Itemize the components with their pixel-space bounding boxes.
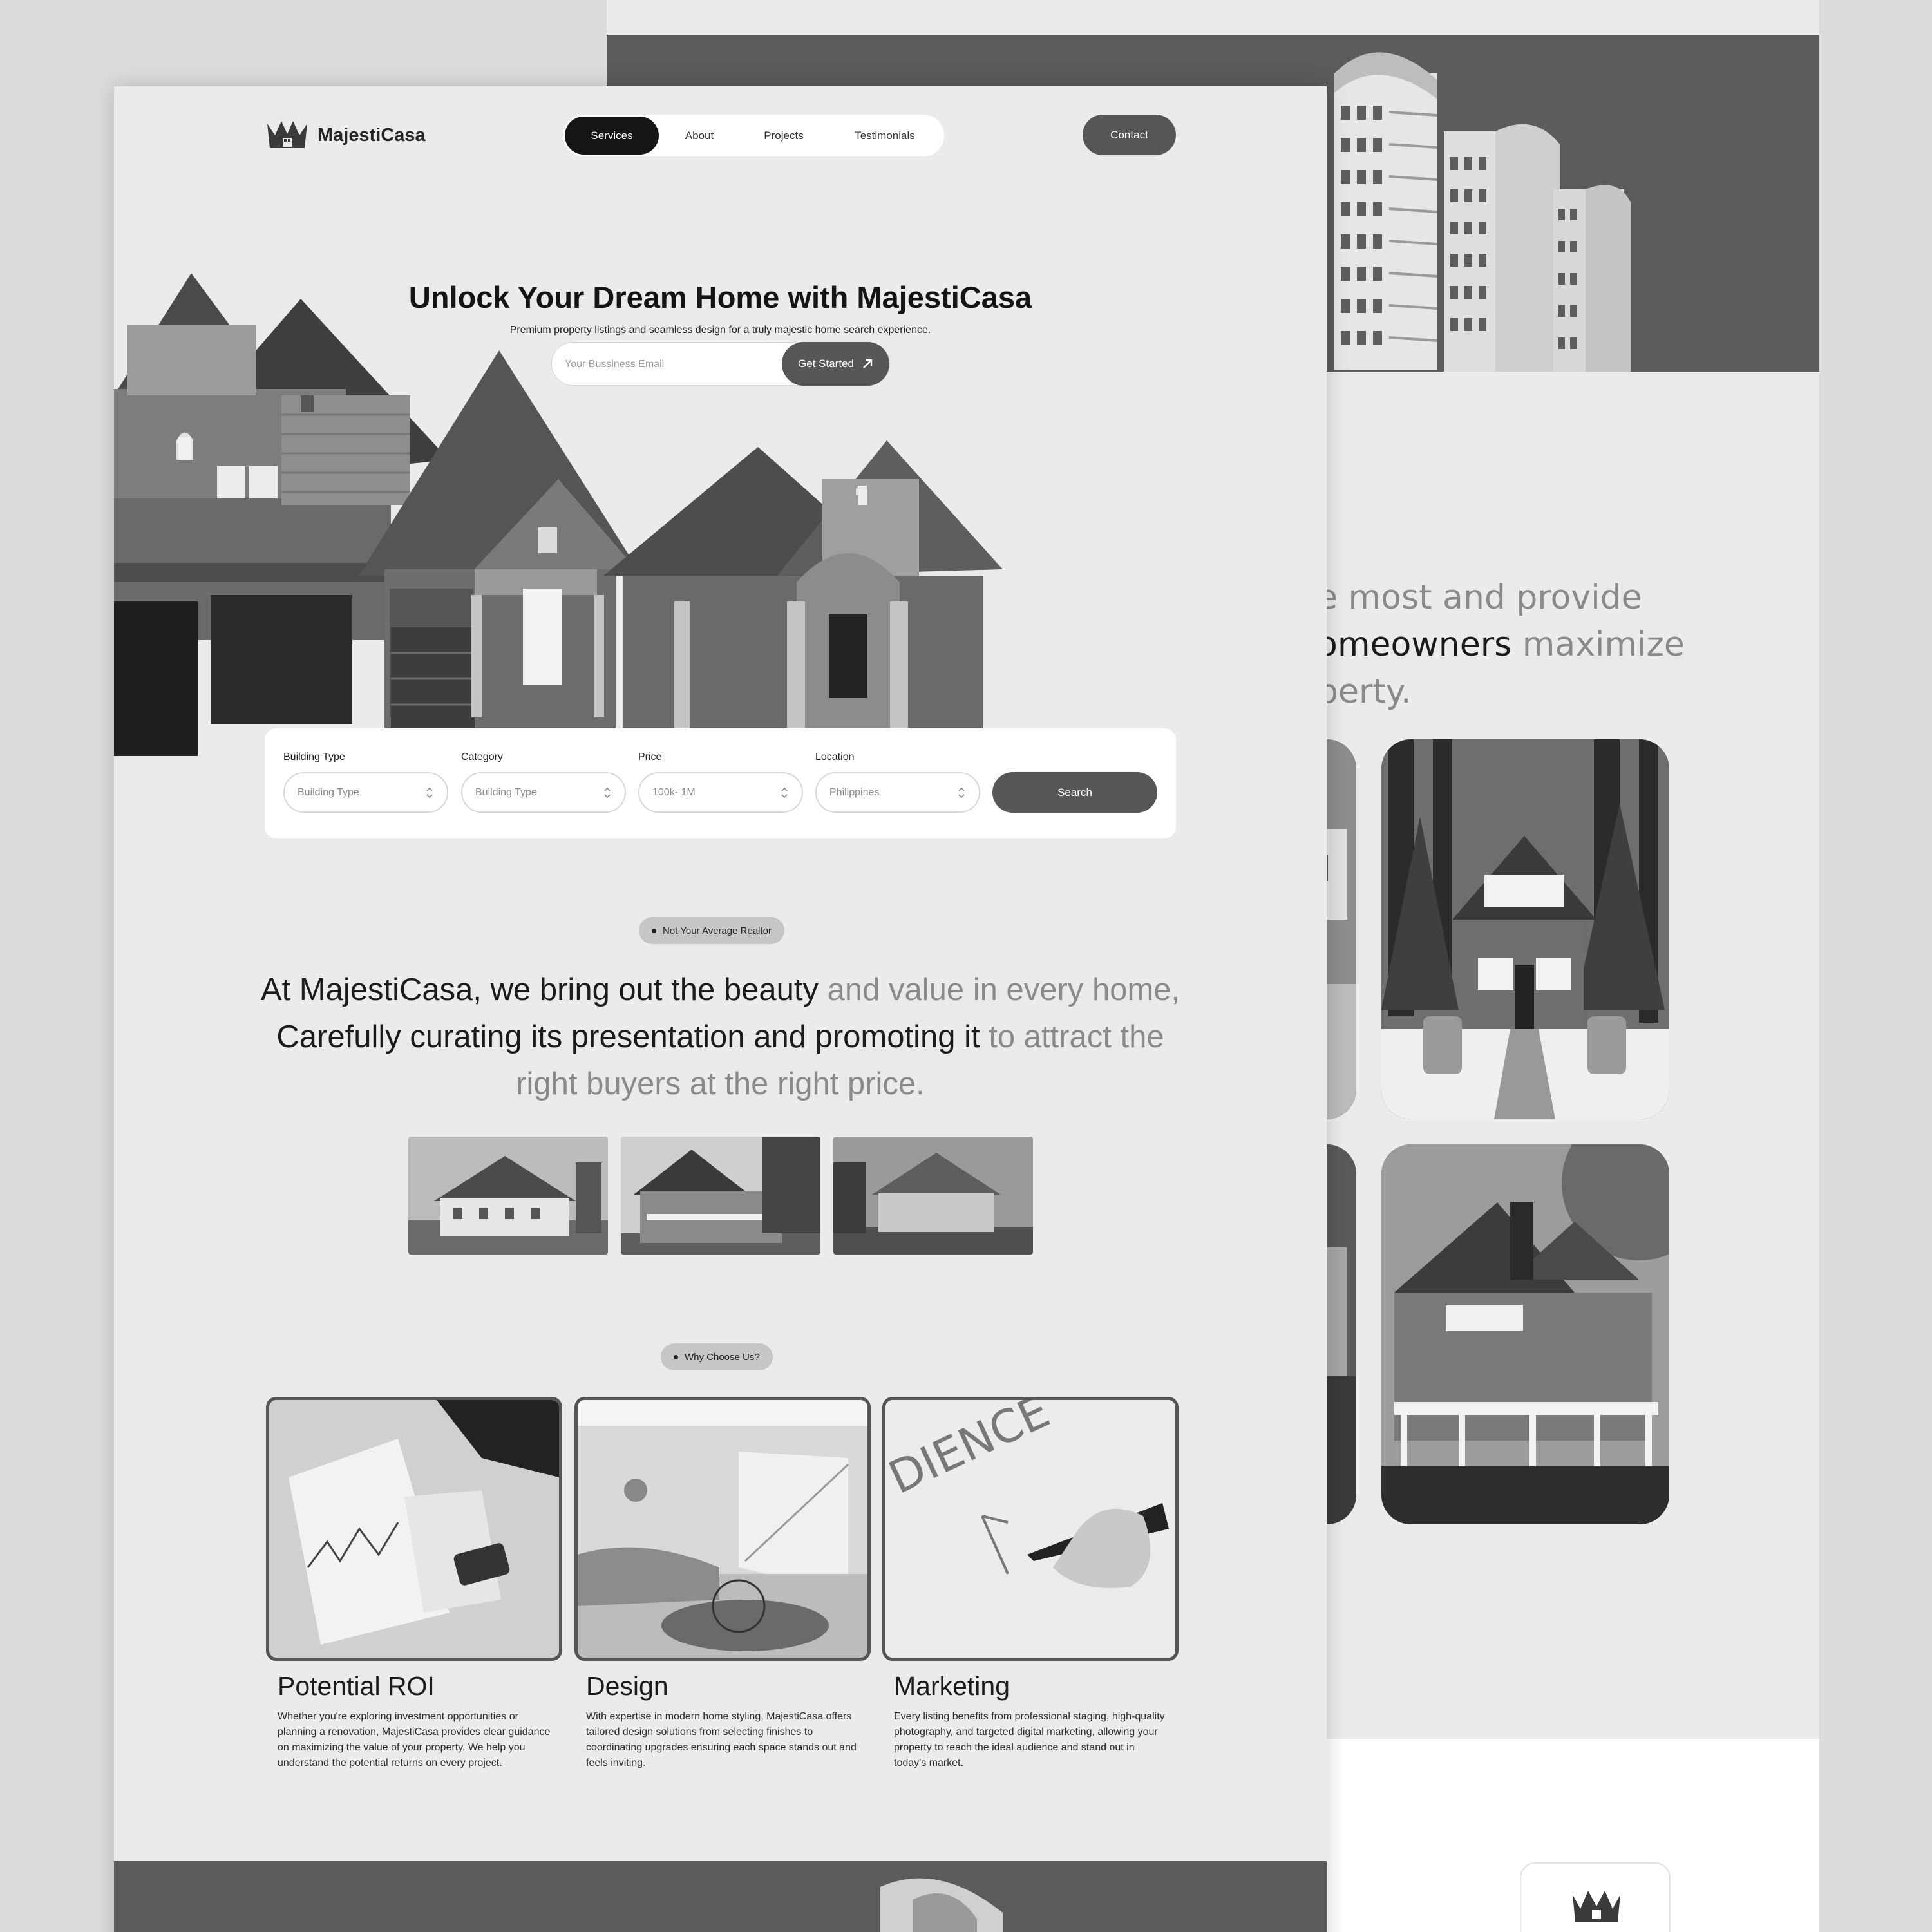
footer-banner [114, 1861, 1327, 1932]
back-text-line: maximize [1511, 625, 1685, 664]
nav-item-services[interactable]: Services [565, 117, 659, 155]
service-title: Potential ROI [278, 1671, 435, 1701]
chevron-updown-icon [781, 787, 788, 799]
price-value: 100k- 1M [652, 786, 696, 798]
search-button[interactable]: Search [992, 772, 1157, 813]
brand-name: MajestiCasa [317, 124, 426, 146]
section-tag: Why Choose Us? [661, 1343, 773, 1370]
gallery-thumbnail[interactable] [833, 1137, 1033, 1255]
service-description: Whether you're exploring investment oppo… [278, 1711, 551, 1768]
brand-logo[interactable]: MajestiCasa [266, 120, 426, 151]
building-type-label: Building Type [283, 752, 345, 762]
about-text-dark: At MajestiCasa, we bring out the beauty [260, 972, 819, 1007]
crown-logo-icon [267, 121, 307, 148]
location-label: Location [815, 752, 855, 762]
nav-item-projects[interactable]: Projects [740, 117, 828, 155]
chevron-updown-icon [426, 787, 433, 799]
crown-logo-icon [1573, 1891, 1620, 1922]
service-description: Every listing benefits from professional… [894, 1711, 1165, 1768]
gallery-thumbnail[interactable] [408, 1137, 608, 1255]
back-text-line: e most and provide [1317, 578, 1642, 617]
email-signup-form: Get Started [551, 342, 890, 386]
property-card-image[interactable] [1381, 1144, 1669, 1524]
building-image [880, 1878, 1003, 1932]
nav-item-testimonials[interactable]: Testimonials [828, 117, 942, 155]
bullet-dot-icon [674, 1354, 678, 1359]
landing-page: MajestiCasa Services About Projects Test… [114, 86, 1327, 1932]
back-page-statement: e most and provide omeowners maximize pe… [1317, 574, 1819, 715]
price-select[interactable]: 100k- 1M [638, 772, 803, 813]
hero-title: Unlock Your Dream Home with MajestiCasa [408, 280, 1032, 314]
property-card-image[interactable] [1381, 739, 1669, 1119]
category-label: Category [461, 752, 503, 762]
building-type-value: Building Type [298, 786, 359, 798]
back-text-line: omeowners [1317, 625, 1512, 664]
chevron-updown-icon [958, 787, 965, 799]
section-tag: Not Your Average Realtor [639, 917, 785, 944]
service-title: Marketing [894, 1671, 1010, 1701]
about-text-muted: and value in every home, [819, 972, 1180, 1007]
gallery-thumbnail[interactable] [621, 1137, 820, 1255]
main-nav: Services About Projects Testimonials [563, 115, 944, 156]
bullet-dot-icon [652, 928, 656, 933]
about-statement: At MajestiCasa, we bring out the beauty … [243, 967, 1198, 1108]
service-card-roi[interactable]: Potential ROI Whether you're exploring i… [266, 1397, 562, 1771]
get-started-button[interactable]: Get Started [782, 342, 889, 386]
service-title: Design [586, 1671, 668, 1701]
section-tag-label: Not Your Average Realtor [663, 925, 772, 936]
chevron-updown-icon [604, 787, 611, 799]
contact-button[interactable]: Contact [1083, 115, 1176, 155]
service-card-marketing[interactable]: DIENCE Marketing Every listing benefits … [882, 1397, 1179, 1771]
business-email-input[interactable] [565, 354, 777, 375]
about-text-dark: Carefully curating its presentation and … [276, 1019, 980, 1054]
building-type-select[interactable]: Building Type [283, 772, 448, 813]
category-value: Building Type [475, 786, 537, 798]
location-select[interactable]: Philippines [815, 772, 980, 813]
service-image: DIENCE [882, 1397, 1179, 1661]
service-description: With expertise in modern home styling, M… [586, 1711, 857, 1768]
service-image [574, 1397, 871, 1661]
section-tag-label: Why Choose Us? [685, 1351, 760, 1363]
service-image [266, 1397, 562, 1661]
location-value: Philippines [829, 786, 880, 798]
arrow-up-right-icon [863, 359, 873, 368]
hero-subtitle: Premium property listings and seamless d… [509, 325, 931, 336]
price-label: Price [638, 752, 662, 762]
footer-logo-card [1520, 1862, 1671, 1932]
nav-item-about[interactable]: About [659, 117, 740, 155]
back-text-line: perty. [1317, 672, 1412, 711]
service-card-design[interactable]: Design With expertise in modern home sty… [574, 1397, 871, 1771]
get-started-label: Get Started [798, 357, 854, 370]
property-search-panel: Building Type Building Type Category Bui… [265, 728, 1176, 838]
category-select[interactable]: Building Type [461, 772, 626, 813]
